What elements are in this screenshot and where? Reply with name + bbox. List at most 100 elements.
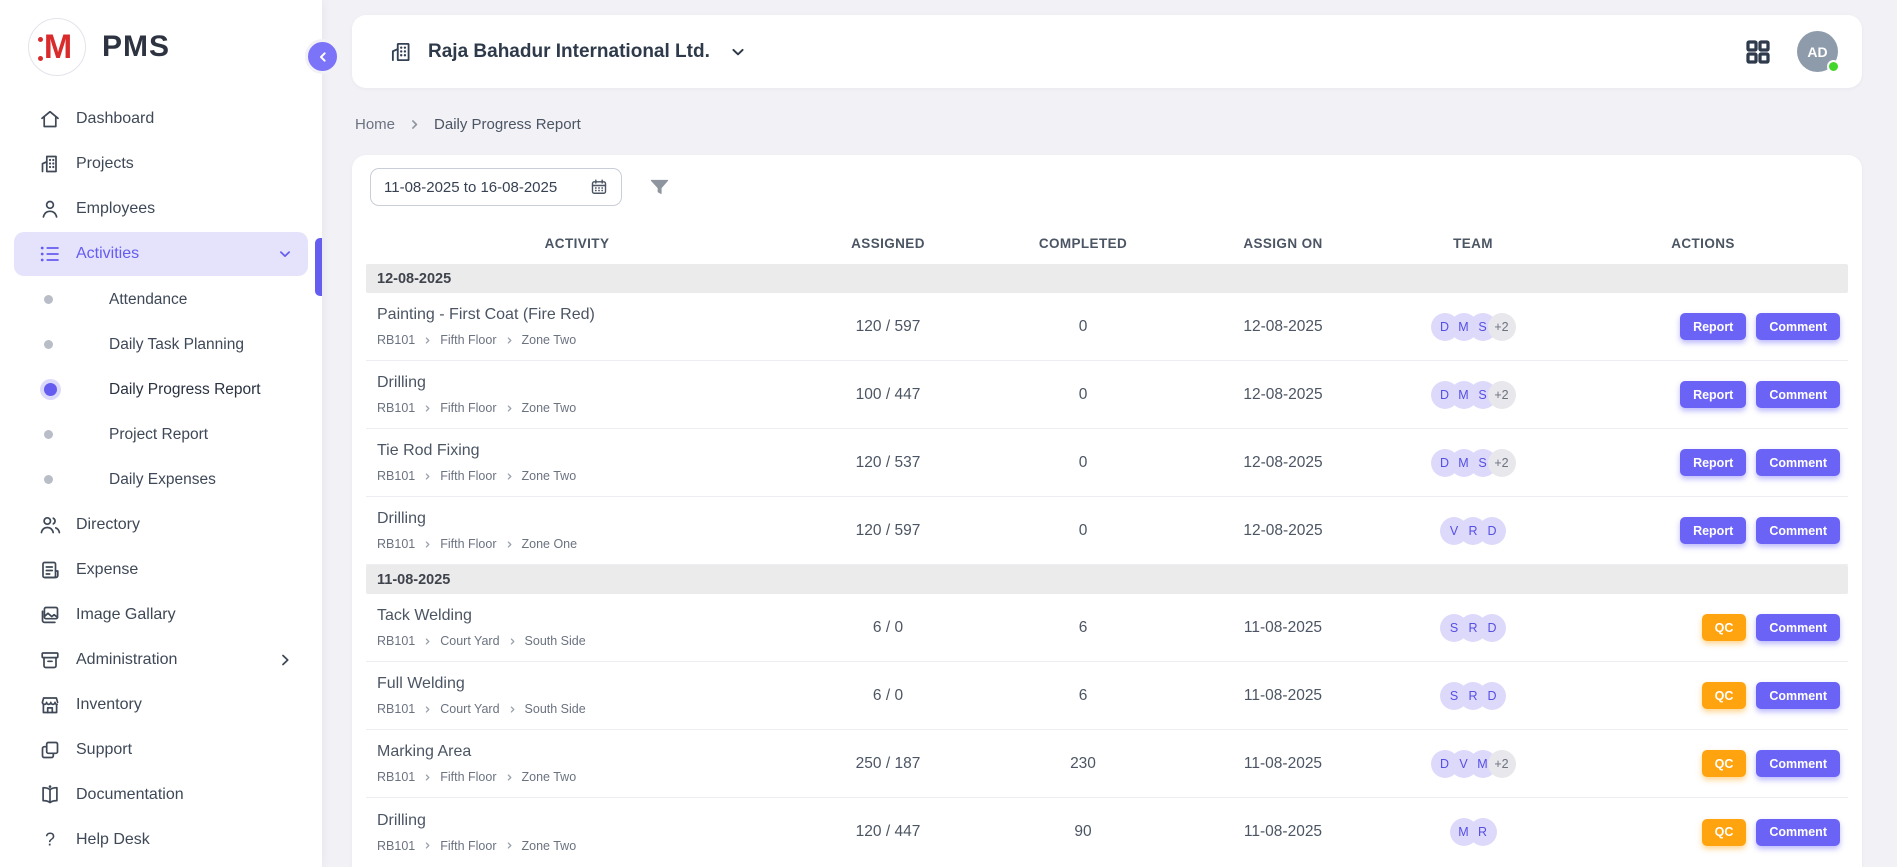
- actions-cell: Report Comment: [1558, 313, 1848, 340]
- sidebar-item-administration[interactable]: Administration: [14, 638, 308, 682]
- location-segment: Court Yard: [440, 702, 499, 716]
- comment-button[interactable]: Comment: [1756, 449, 1840, 476]
- chevron-right-icon: [423, 404, 432, 413]
- completed-value: 6: [988, 619, 1178, 637]
- location-segment: RB101: [377, 469, 415, 483]
- archive-icon: [38, 648, 62, 672]
- sidebar-item-support[interactable]: Support: [14, 728, 308, 772]
- activity-title: Tack Welding: [377, 607, 788, 625]
- sidebar-item-label: Administration: [76, 651, 177, 669]
- company-name: Raja Bahadur International Ltd.: [428, 41, 710, 63]
- sidebar-item-directory[interactable]: Directory: [14, 503, 308, 547]
- comment-button[interactable]: Comment: [1756, 682, 1840, 709]
- chevron-right-icon: [508, 705, 517, 714]
- table-row: Painting - First Coat (Fire Red) RB101Fi…: [366, 293, 1848, 361]
- main-area: Raja Bahadur International Ltd. AD Home …: [322, 0, 1897, 867]
- sidebar-item-label: Employees: [76, 200, 155, 218]
- report-button[interactable]: Report: [1680, 313, 1746, 340]
- date-group-header: 12-08-2025: [366, 264, 1848, 293]
- sidebar-item-projects[interactable]: Projects: [14, 142, 308, 186]
- sidebar-item-label: Activities: [76, 245, 139, 263]
- comment-button[interactable]: Comment: [1756, 750, 1840, 777]
- activity-location-path: RB101Fifth FloorZone Two: [377, 839, 788, 853]
- completed-value: 6: [988, 687, 1178, 705]
- activity-location-path: RB101Fifth FloorZone Two: [377, 333, 788, 347]
- assigned-value: 120 / 447: [788, 823, 988, 841]
- qc-button[interactable]: QC: [1702, 614, 1747, 641]
- sidebar-item-activities[interactable]: Activities: [14, 232, 308, 276]
- activity-title: Painting - First Coat (Fire Red): [377, 306, 788, 324]
- app-logo: M PMS: [0, 0, 322, 90]
- filter-funnel-icon[interactable]: [648, 176, 671, 199]
- filter-row: 11-08-2025 to 16-08-2025: [366, 168, 1848, 206]
- sidebar-subitem-project-report[interactable]: Project Report: [0, 412, 322, 457]
- chevron-right-icon: [423, 540, 432, 549]
- receipt-icon: [38, 558, 62, 582]
- comment-button[interactable]: Comment: [1756, 381, 1840, 408]
- assign-on-value: 11-08-2025: [1178, 687, 1388, 705]
- qc-button[interactable]: QC: [1702, 750, 1747, 777]
- chevron-right-icon: [505, 773, 514, 782]
- sidebar-subitem-daily-task-planning[interactable]: Daily Task Planning: [0, 322, 322, 367]
- actions-cell: Report Comment: [1558, 381, 1848, 408]
- completed-value: 230: [988, 755, 1178, 773]
- actions-cell: QC Comment: [1558, 750, 1848, 777]
- sidebar-item-employees[interactable]: Employees: [14, 187, 308, 231]
- qc-button[interactable]: QC: [1702, 682, 1747, 709]
- sidebar-subitem-attendance[interactable]: Attendance: [0, 277, 322, 322]
- chevron-down-icon: [728, 42, 748, 62]
- table-row: Tie Rod Fixing RB101Fifth FloorZone Two …: [366, 429, 1848, 497]
- assigned-value: 120 / 597: [788, 318, 988, 336]
- location-segment: South Side: [525, 634, 586, 648]
- chevron-right-icon: [505, 540, 514, 549]
- report-button[interactable]: Report: [1680, 381, 1746, 408]
- team-cell: DMS+2: [1388, 313, 1558, 341]
- team-member-avatar: D: [1478, 614, 1506, 642]
- comment-button[interactable]: Comment: [1756, 313, 1840, 340]
- location-segment: Fifth Floor: [440, 839, 496, 853]
- date-range-input[interactable]: 11-08-2025 to 16-08-2025: [370, 168, 622, 206]
- assign-on-value: 12-08-2025: [1178, 454, 1388, 472]
- team-overflow-badge: +2: [1488, 313, 1516, 341]
- report-button[interactable]: Report: [1680, 517, 1746, 544]
- completed-value: 0: [988, 454, 1178, 472]
- comment-button[interactable]: Comment: [1756, 819, 1840, 846]
- sidebar-item-inventory[interactable]: Inventory: [14, 683, 308, 727]
- qc-button[interactable]: QC: [1702, 819, 1747, 846]
- sidebar-collapse-button[interactable]: [305, 39, 340, 74]
- location-segment: Zone Two: [522, 469, 577, 483]
- people-icon: [38, 513, 62, 537]
- sidebar-item-dashboard[interactable]: Dashboard: [14, 97, 308, 141]
- chevron-right-icon: [423, 637, 432, 646]
- activity-cell: Tie Rod Fixing RB101Fifth FloorZone Two: [366, 442, 788, 483]
- location-segment: RB101: [377, 401, 415, 415]
- chevron-right-icon: [423, 773, 432, 782]
- table-row: Full Welding RB101Court YardSouth Side 6…: [366, 662, 1848, 730]
- building-icon: [38, 152, 62, 176]
- column-header-team: TEAM: [1388, 236, 1558, 251]
- table-row: Marking Area RB101Fifth FloorZone Two 25…: [366, 730, 1848, 798]
- team-cell: DMS+2: [1388, 449, 1558, 477]
- sidebar-item-expense[interactable]: Expense: [14, 548, 308, 592]
- sidebar-item-documentation[interactable]: Documentation: [14, 773, 308, 817]
- breadcrumb-home[interactable]: Home: [355, 116, 395, 133]
- apps-grid-icon[interactable]: [1743, 37, 1773, 67]
- activity-title: Drilling: [377, 812, 788, 830]
- column-header-actions: ACTIONS: [1558, 236, 1848, 251]
- report-button[interactable]: Report: [1680, 449, 1746, 476]
- assign-on-value: 12-08-2025: [1178, 318, 1388, 336]
- activity-cell: Drilling RB101Fifth FloorZone One: [366, 510, 788, 551]
- sidebar-item-help-desk[interactable]: ?Help Desk: [14, 818, 308, 862]
- sidebar-item-image-gallary[interactable]: Image Gallary: [14, 593, 308, 637]
- activity-cell: Full Welding RB101Court YardSouth Side: [366, 675, 788, 716]
- company-selector[interactable]: Raja Bahadur International Ltd.: [388, 39, 748, 65]
- date-group-header: 11-08-2025: [366, 565, 1848, 594]
- sidebar-item-label: Support: [76, 741, 132, 759]
- location-segment: Fifth Floor: [440, 537, 496, 551]
- sidebar-subitem-daily-expenses[interactable]: Daily Expenses: [0, 457, 322, 502]
- comment-button[interactable]: Comment: [1756, 614, 1840, 641]
- assigned-value: 120 / 537: [788, 454, 988, 472]
- comment-button[interactable]: Comment: [1756, 517, 1840, 544]
- user-avatar[interactable]: AD: [1797, 31, 1838, 72]
- sidebar-subitem-daily-progress-report[interactable]: Daily Progress Report: [0, 367, 322, 412]
